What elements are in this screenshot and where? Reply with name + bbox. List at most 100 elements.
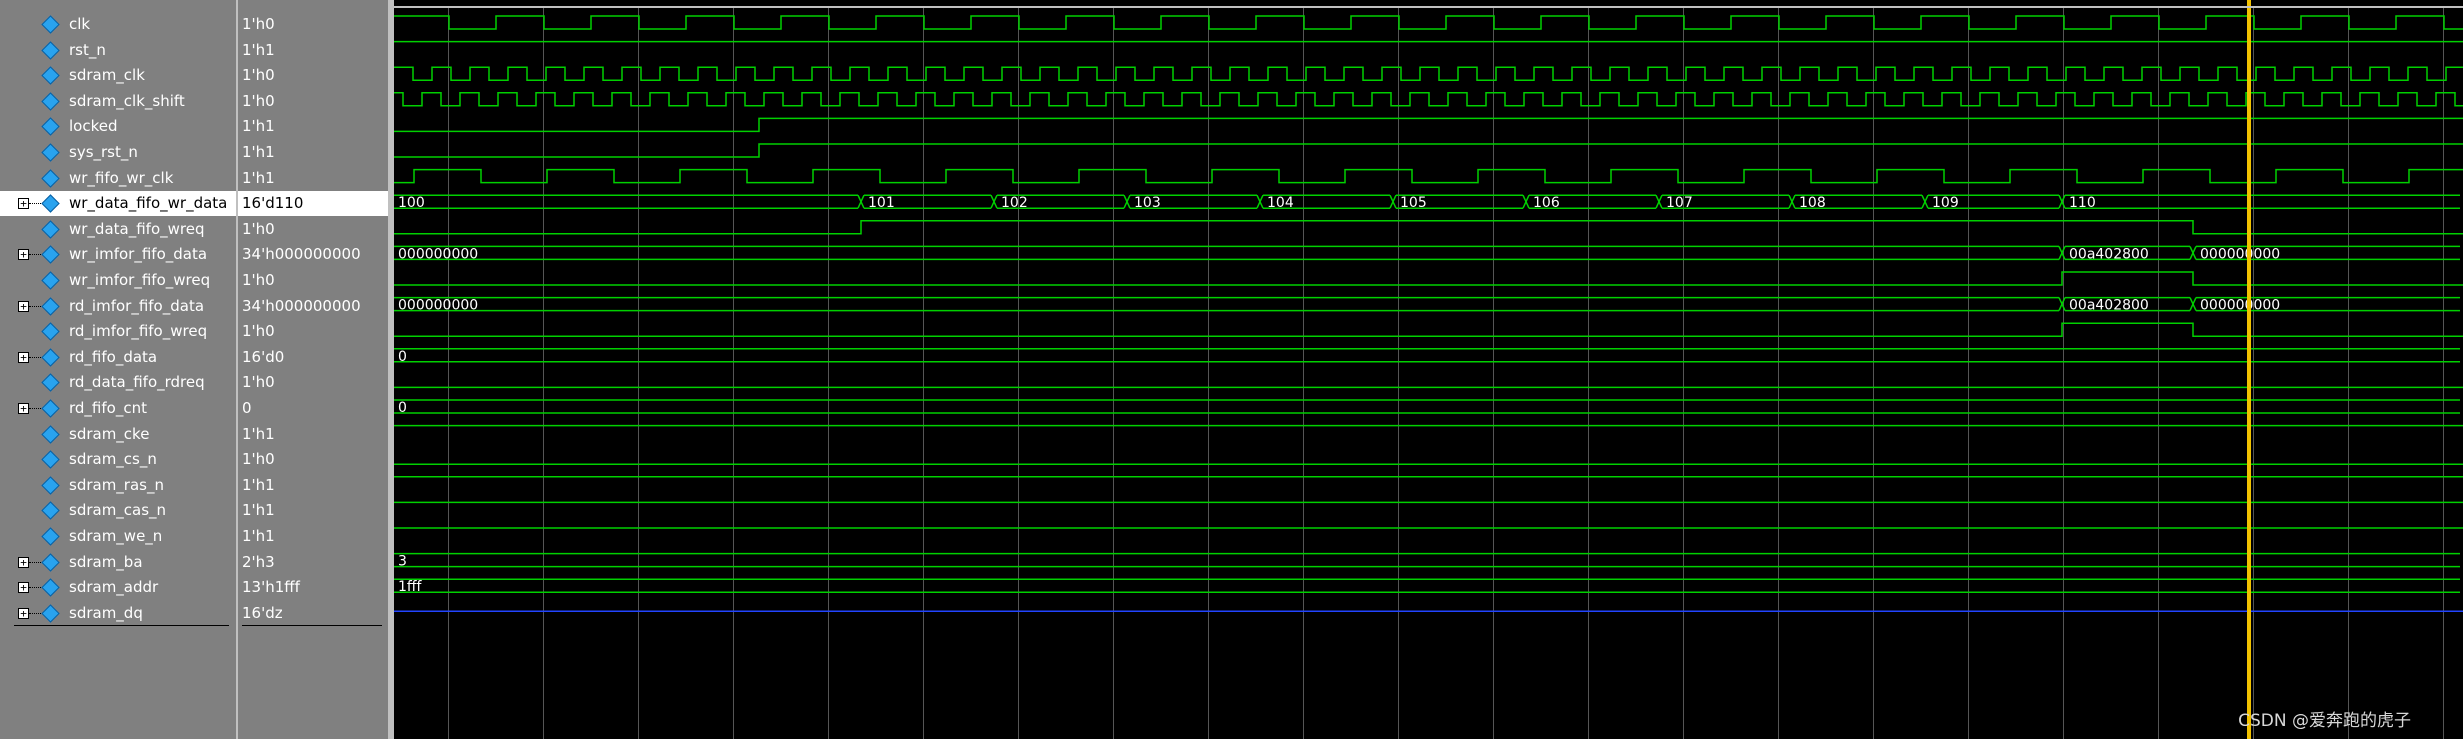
signal-row-locked[interactable]: locked xyxy=(0,114,236,139)
signal-name: rd_imfor_fifo_data xyxy=(69,296,205,315)
signal-value: 2'h3 xyxy=(242,552,275,571)
signal-diamond-icon xyxy=(41,578,60,597)
signal-row-wr-imfor-fifo-wreq[interactable]: wr_imfor_fifo_wreq xyxy=(0,268,236,293)
signal-name: rd_imfor_fifo_wreq xyxy=(69,322,208,341)
signal-value-row: 1'h1 xyxy=(238,114,388,139)
bus-value-label: 1fff xyxy=(398,579,423,595)
signal-value: 1'h0 xyxy=(242,322,275,341)
signal-row-sdram-cas-n[interactable]: sdram_cas_n xyxy=(0,498,236,523)
signal-diamond-icon xyxy=(41,66,60,85)
waveform-trace xyxy=(394,15,2463,30)
expand-icon[interactable]: + xyxy=(18,300,29,312)
signal-name: wr_imfor_fifo_data xyxy=(69,245,208,264)
signal-value-row: 1'h1 xyxy=(238,38,388,63)
signal-row-sdram-we-n[interactable]: sdram_we_n xyxy=(0,524,236,549)
signal-value: 34'h000000000 xyxy=(242,245,361,264)
signal-name: wr_imfor_fifo_wreq xyxy=(69,271,211,289)
signal-diamond-icon xyxy=(41,399,60,418)
signal-diamond-icon xyxy=(41,527,60,546)
signal-value-pane: 1'h0 1'h1 1'h0 1'h0 1'h1 1'h1 1'h1 16'd110 1'h0 3… xyxy=(238,0,394,739)
signal-row-wr-data-fifo-wr-data[interactable]: + wr_data_fifo_wr_data xyxy=(0,191,236,217)
signal-row-rd-fifo-cnt[interactable]: + rd_fifo_cnt xyxy=(0,396,236,421)
watermark: CSDN @爱奔跑的虎子 xyxy=(2238,711,2411,731)
signal-diamond-icon xyxy=(41,117,60,137)
signal-row-wr-imfor-fifo-data[interactable]: + wr_imfor_fifo_data xyxy=(0,242,236,267)
signal-row-sdram-cs-n[interactable]: sdram_cs_n xyxy=(0,447,236,472)
signal-value-row: 34'h000000000 xyxy=(238,294,388,319)
signal-value: 1'h1 xyxy=(242,168,275,187)
expand-icon[interactable]: + xyxy=(18,556,29,568)
signal-name: sys_rst_n xyxy=(69,143,138,161)
waveform-pane[interactable]: 100 101 102 103 104 105 106 107 108 109 110 0000000… xyxy=(394,0,2463,739)
signal-name: wr_fifo_wr_clk xyxy=(69,168,174,187)
signal-value-row: 34'h000000000 xyxy=(238,242,388,267)
signal-name: sdram_cs_n xyxy=(69,450,157,469)
signal-row-wr-data-fifo-wreq[interactable]: wr_data_fifo_wreq xyxy=(0,217,236,242)
bus-value-label: 0 xyxy=(398,349,407,365)
signal-row-clk[interactable]: clk xyxy=(0,12,236,37)
signal-value-row: 16'd0 xyxy=(238,345,388,370)
signal-value: 1'h1 xyxy=(242,40,275,59)
signal-value: 1'h0 xyxy=(242,450,275,469)
signal-row-sdram-cke[interactable]: sdram_cke xyxy=(0,422,236,447)
list-end-line xyxy=(14,625,229,627)
signal-diamond-icon xyxy=(41,373,60,393)
signal-diamond-icon xyxy=(41,424,60,444)
signal-value: 0 xyxy=(242,399,252,417)
signal-row-rd-fifo-data[interactable]: + rd_fifo_data xyxy=(0,345,236,370)
bus-value-label: 000000000 xyxy=(398,298,478,314)
bus-value-label: 000000000 xyxy=(2200,246,2280,262)
signal-value-row: 1'h1 xyxy=(238,166,388,191)
waveform-trace xyxy=(394,220,2463,235)
signal-value: 1'h1 xyxy=(242,424,275,443)
bus-value-label: 00a402800 xyxy=(2069,246,2149,262)
signal-row-rst-n[interactable]: rst_n xyxy=(0,38,236,63)
signal-row-sdram-clk[interactable]: sdram_clk xyxy=(0,63,236,88)
expand-icon[interactable]: + xyxy=(18,607,29,619)
waveform-trace xyxy=(394,168,2463,184)
signal-name: clk xyxy=(69,15,91,33)
signal-value: 1'h1 xyxy=(242,475,275,494)
bus-value-label: 109 xyxy=(1932,195,1959,211)
bus-value-label: 103 xyxy=(1134,195,1161,211)
waveform-trace xyxy=(394,117,2463,133)
signal-name: wr_data_fifo_wreq xyxy=(69,219,205,238)
expand-icon[interactable]: + xyxy=(18,198,29,210)
signal-row-rd-imfor-fifo-wreq[interactable]: rd_imfor_fifo_wreq xyxy=(0,319,236,344)
signal-row-sdram-dq[interactable]: + sdram_dq xyxy=(0,601,236,626)
signal-row-rd-data-fifo-rdreq[interactable]: rd_data_fifo_rdreq xyxy=(0,370,236,395)
signal-value: 1'h1 xyxy=(242,501,275,520)
signal-name: sdram_clk_shift xyxy=(69,91,185,110)
expand-icon[interactable]: + xyxy=(18,249,29,261)
signal-value: 34'h000000000 xyxy=(242,296,361,315)
signal-value: 16'd110 xyxy=(242,194,304,213)
signal-value-row: 1'h1 xyxy=(238,422,388,447)
signal-row-wr-fifo-wr-clk[interactable]: wr_fifo_wr_clk xyxy=(0,166,236,191)
waveform-trace xyxy=(394,143,2463,158)
signal-value-row: 16'd110 xyxy=(238,191,388,217)
signal-diamond-icon xyxy=(41,604,60,623)
signal-name: wr_data_fifo_wr_data xyxy=(69,194,228,213)
expand-icon[interactable]: + xyxy=(18,351,29,363)
signal-value-row: 1'h1 xyxy=(238,498,388,523)
signal-row-sys-rst-n[interactable]: sys_rst_n xyxy=(0,140,236,165)
signal-value-row: 1'h0 xyxy=(238,63,388,88)
signal-name: sdram_dq xyxy=(69,603,143,622)
waveform-window: clk rst_n sdram_clk sdram_clk_shiftlocked sy… xyxy=(0,0,2463,739)
signal-row-sdram-clk-shift[interactable]: sdram_clk_shift xyxy=(0,89,236,114)
signal-row-sdram-ba[interactable]: + sdram_ba xyxy=(0,550,236,575)
signal-value-row: 1'h0 xyxy=(238,89,388,114)
signal-value: 16'd0 xyxy=(242,347,285,366)
bus-value-label: 3 xyxy=(398,554,407,570)
signal-diamond-icon xyxy=(41,143,60,162)
signal-value-row: 1'h1 xyxy=(238,524,388,549)
signal-row-sdram-ras-n[interactable]: sdram_ras_n xyxy=(0,473,236,498)
signal-name: rd_data_fifo_rdreq xyxy=(69,373,205,392)
waveform-canvas[interactable]: 100 101 102 103 104 105 106 107 108 109 1100000000… xyxy=(394,0,2463,739)
signal-value: 1'h0 xyxy=(242,91,275,110)
expand-icon[interactable]: + xyxy=(18,403,29,414)
signal-row-sdram-addr[interactable]: + sdram_addr xyxy=(0,575,236,600)
signal-row-rd-imfor-fifo-data[interactable]: + rd_imfor_fifo_data xyxy=(0,294,236,319)
signal-diamond-icon xyxy=(41,296,60,316)
expand-icon[interactable]: + xyxy=(18,582,29,594)
